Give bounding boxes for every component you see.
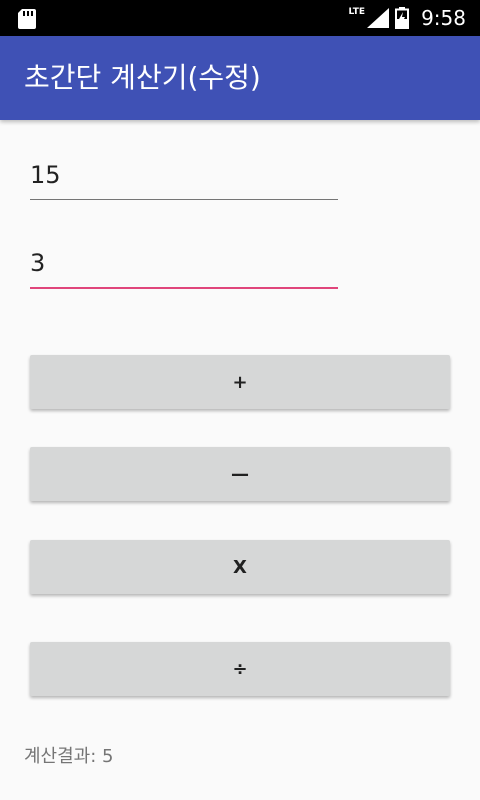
second-number-input[interactable]: [30, 245, 338, 289]
app-title: 초간단 계산기(수정): [24, 61, 261, 94]
divide-button[interactable]: ÷: [30, 642, 450, 696]
app-bar: 초간단 계산기(수정): [0, 36, 480, 120]
battery-charging-icon: [395, 7, 410, 29]
signal-icon: [367, 8, 390, 28]
minus-button[interactable]: —: [30, 447, 450, 501]
result-label: 계산결과:: [24, 746, 103, 767]
status-icons: LTE 9:58: [349, 0, 466, 36]
result-value: 5: [102, 746, 114, 767]
multiply-button[interactable]: X: [30, 540, 450, 594]
status-bar: LTE 9:58: [0, 0, 480, 36]
result-text: 계산결과: 5: [24, 742, 113, 768]
plus-button[interactable]: +: [30, 355, 450, 409]
status-time: 9:58: [421, 6, 466, 30]
sd-card-icon: [18, 9, 36, 29]
first-number-input[interactable]: [30, 156, 338, 200]
lte-label: LTE: [348, 7, 366, 17]
